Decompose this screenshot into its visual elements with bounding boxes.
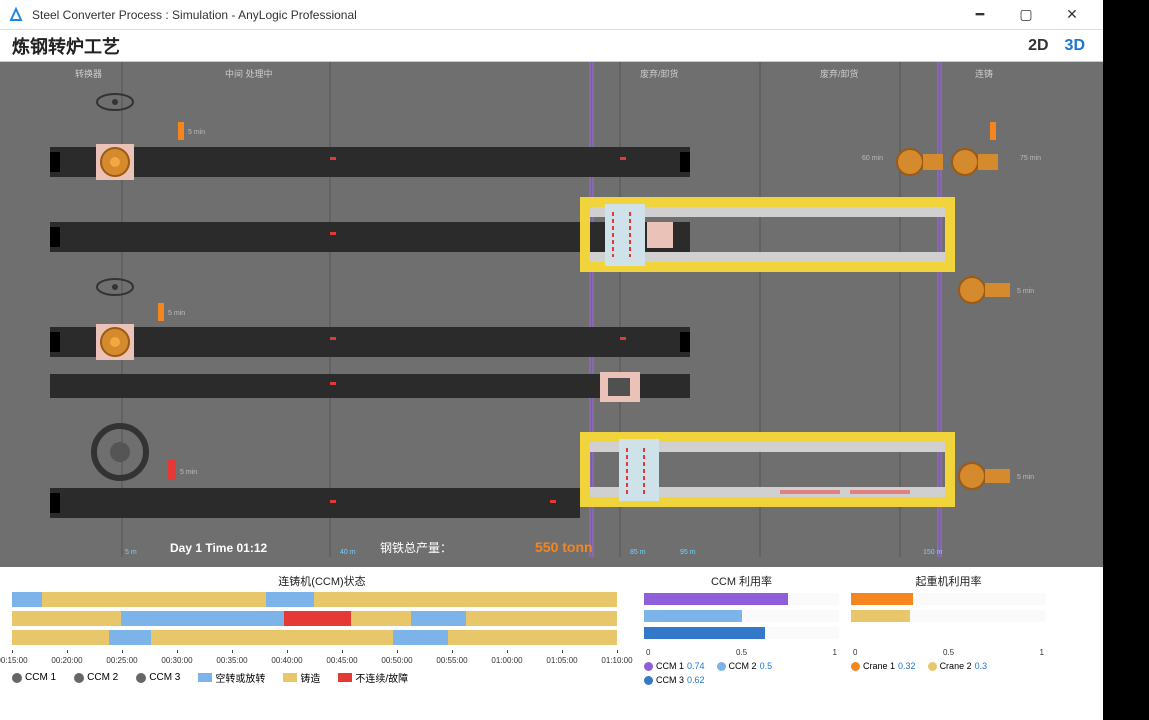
- model-title: 炼钢转炉工艺: [12, 33, 1022, 59]
- svg-text:5 min: 5 min: [188, 129, 205, 136]
- output-value: 550 tonn: [535, 539, 593, 555]
- titlebar: Steel Converter Process : Simulation - A…: [0, 0, 1103, 30]
- crane-util-chart: [851, 592, 1046, 648]
- svg-text:85 m: 85 m: [630, 549, 646, 556]
- gantt-chart: [12, 592, 632, 652]
- close-button[interactable]: ✕: [1049, 0, 1095, 30]
- svg-text:40 m: 40 m: [340, 549, 356, 556]
- zone-label: 废弃/卸货: [820, 68, 859, 79]
- gantt-title: 连铸机(CCM)状态: [12, 573, 632, 589]
- app-window: Steel Converter Process : Simulation - A…: [0, 0, 1103, 720]
- track: [50, 222, 690, 252]
- track: [50, 147, 690, 177]
- svg-text:5 min: 5 min: [1017, 288, 1034, 295]
- crane-util-legend: Crane 10.32Crane 20.3: [851, 661, 1046, 671]
- model-header: 炼钢转炉工艺 2D 3D: [0, 30, 1103, 62]
- sim-svg: 转换器 中间 处理中 废弃/卸货 废弃/卸货 连铸: [0, 62, 1103, 567]
- ccm-util-chart: [644, 592, 839, 648]
- zone-label: 转换器: [75, 68, 102, 79]
- view-toggle: 2D 3D: [1022, 35, 1091, 57]
- util-bar: [851, 592, 1046, 606]
- svg-text:5 min: 5 min: [168, 310, 185, 317]
- gantt-legend: CCM 1 CCM 2 CCM 3 空转或放转 铸造 不连续/故障: [12, 670, 632, 685]
- gantt-section: 连铸机(CCM)状态 00:15:0000:20:0000:25:0000:30…: [12, 573, 632, 685]
- util-bar: [644, 626, 839, 640]
- gantt-row: [12, 592, 617, 607]
- gantt-row: [12, 630, 617, 645]
- svg-text:75 min: 75 min: [1020, 155, 1041, 162]
- zone-label: 废弃/卸货: [640, 68, 679, 79]
- svg-text:5 min: 5 min: [180, 469, 197, 476]
- ccm-util-section: CCM 利用率 0 0.5 1 CCM 10.74CCM 20.5CCM 30.…: [644, 573, 839, 685]
- svg-text:5 min: 5 min: [1017, 474, 1034, 481]
- track: [50, 327, 690, 357]
- maximize-button[interactable]: ▢: [1003, 0, 1049, 30]
- window-title: Steel Converter Process : Simulation - A…: [32, 8, 957, 22]
- minimize-button[interactable]: ━: [957, 0, 1003, 30]
- svg-text:95 m: 95 m: [680, 549, 696, 556]
- marker-icon: [178, 122, 184, 140]
- util-bar: [644, 592, 839, 606]
- simulation-canvas[interactable]: 转换器 中间 处理中 废弃/卸货 废弃/卸货 连铸: [0, 62, 1103, 567]
- zone-label: 中间 处理中: [225, 68, 273, 79]
- svg-text:150 m: 150 m: [923, 549, 943, 556]
- crane-util-section: 起重机利用率 0 0.5 1 Crane 10.32Crane 20.3: [851, 573, 1046, 671]
- ccm-car-icon: [605, 204, 645, 266]
- output-label: 钢铁总产量：: [380, 541, 452, 555]
- anylogic-icon: [8, 7, 24, 23]
- svg-text:5 m: 5 m: [125, 549, 137, 556]
- gantt-row: [12, 611, 617, 626]
- util-bar: [644, 609, 839, 623]
- view-3d-button[interactable]: 3D: [1059, 35, 1091, 57]
- svg-text:60 min: 60 min: [862, 155, 883, 162]
- bottom-panel: 连铸机(CCM)状态 00:15:0000:20:0000:25:0000:30…: [0, 567, 1103, 720]
- view-2d-button[interactable]: 2D: [1022, 35, 1054, 57]
- sim-clock: Day 1 Time 01:12: [170, 541, 267, 555]
- zone-label: 连铸: [975, 68, 993, 79]
- gantt-axis: 00:15:0000:20:0000:25:0000:30:0000:35:00…: [12, 652, 617, 666]
- ccm-util-legend: CCM 10.74CCM 20.5CCM 30.62: [644, 661, 839, 685]
- util-bar: [851, 609, 1046, 623]
